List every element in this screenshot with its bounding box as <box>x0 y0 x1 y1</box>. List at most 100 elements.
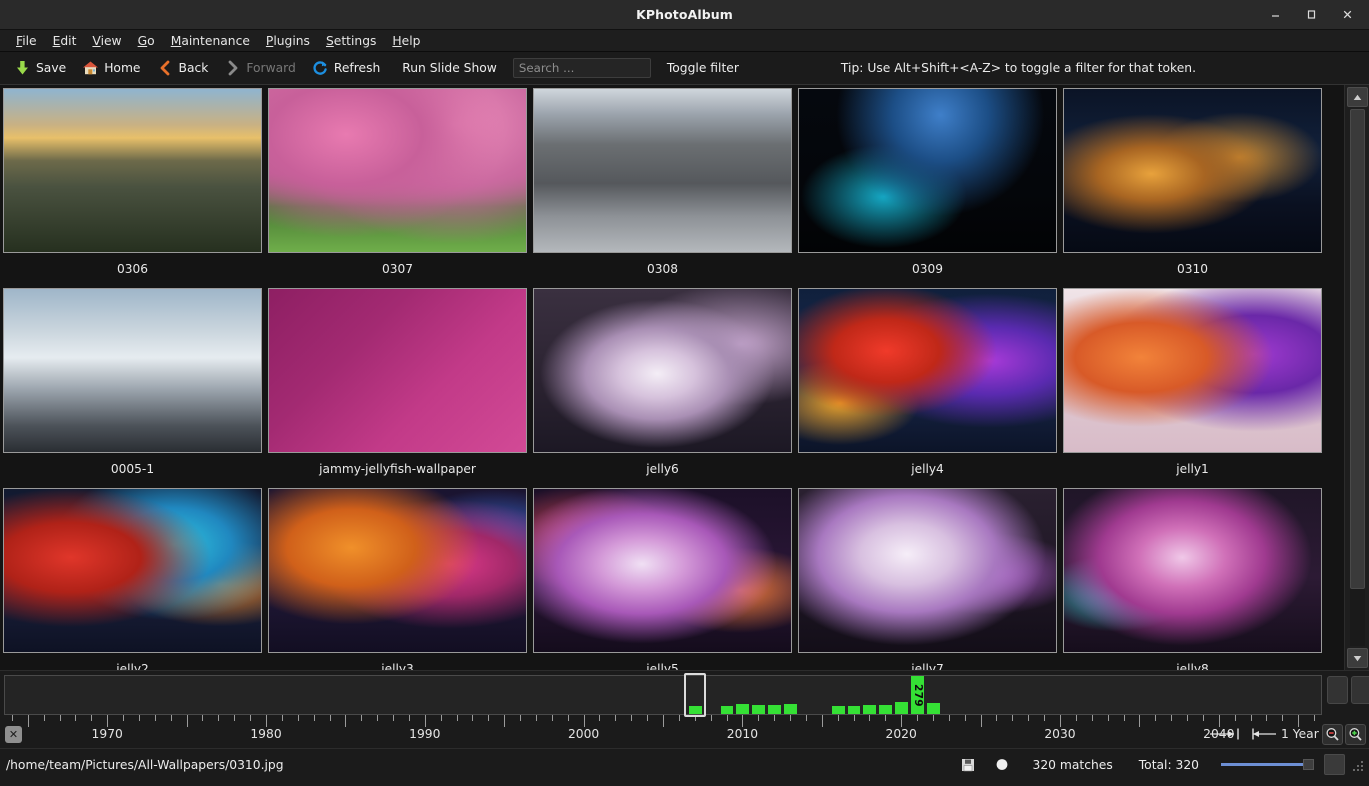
menu-edit[interactable]: Edit <box>45 32 85 50</box>
thumbnail-image[interactable] <box>268 488 527 653</box>
histogram-bar[interactable] <box>895 702 909 714</box>
thumbnail-cell[interactable]: 0005-1 <box>0 285 265 485</box>
refresh-button[interactable]: Refresh <box>304 57 388 80</box>
datebar-scroll-right-button[interactable] <box>1351 676 1369 704</box>
zoom-out-button[interactable] <box>1322 724 1343 745</box>
histogram-bar[interactable] <box>688 706 702 714</box>
resize-grip[interactable] <box>1351 758 1363 772</box>
histogram-bar[interactable] <box>768 705 782 714</box>
scrollbar-thumb[interactable] <box>1349 109 1365 589</box>
thumbnail-image[interactable] <box>533 88 792 253</box>
thumbnail-image[interactable] <box>1063 288 1322 453</box>
menu-file[interactable]: File <box>8 32 45 50</box>
thumbnail-image[interactable] <box>268 88 527 253</box>
date-histogram[interactable]: 279 <box>4 675 1322 715</box>
datebar-scroll-left-button[interactable] <box>1327 676 1348 704</box>
close-button[interactable] <box>1332 4 1362 26</box>
maximize-button[interactable] <box>1296 4 1326 26</box>
minor-tick <box>75 715 77 721</box>
thumbnail-image[interactable] <box>533 488 792 653</box>
thumbnail-image[interactable] <box>3 88 262 253</box>
thumbnail-cell[interactable]: jelly8 <box>1060 485 1325 670</box>
minor-tick <box>964 715 966 721</box>
menu-settings[interactable]: Settings <box>318 32 384 50</box>
busy-indicator-icon <box>991 757 1013 773</box>
thumbnail-image[interactable] <box>1063 488 1322 653</box>
thumbnail-cell[interactable]: jelly3 <box>265 485 530 670</box>
thumbnail-cell[interactable]: jelly1 <box>1060 285 1325 485</box>
histogram-bar[interactable] <box>736 704 750 714</box>
home-button[interactable]: Home <box>74 57 148 80</box>
thumbnail-cell[interactable]: 0306 <box>0 85 265 285</box>
zoom-in-button[interactable] <box>1345 724 1366 745</box>
run-slideshow-button[interactable]: Run Slide Show <box>388 58 505 78</box>
clear-date-filter-button[interactable]: ✕ <box>5 726 22 743</box>
thumbnail-row: 0306 0307 0308 0309 0310 <box>0 85 1344 285</box>
forward-button[interactable]: Forward <box>216 57 303 80</box>
thumbnail-grid[interactable]: 0306 0307 0308 0309 0310 0005-1 jammy-jellyfis… <box>0 85 1344 670</box>
thumbnail-cell[interactable]: 0308 <box>530 85 795 285</box>
histogram-bar[interactable] <box>784 704 797 714</box>
histogram-bar[interactable] <box>863 705 877 714</box>
status-extra-button[interactable] <box>1324 754 1345 775</box>
thumbnail-caption: 0308 <box>646 262 679 276</box>
search-input[interactable] <box>512 58 651 78</box>
thumbnail-image[interactable] <box>798 288 1057 453</box>
thumbnail-row: jelly2 jelly3 jelly5 jelly7 jelly8 <box>0 485 1344 670</box>
back-button[interactable]: Back <box>149 57 217 80</box>
histogram-bar[interactable] <box>847 706 861 714</box>
thumbnail-size-slider[interactable] <box>1221 759 1314 770</box>
minor-tick <box>1187 715 1189 721</box>
year-tick-label: 2020 <box>885 727 917 741</box>
slider-handle[interactable] <box>1303 759 1314 770</box>
histogram-bar[interactable] <box>927 703 940 714</box>
thumbnail-image[interactable] <box>3 288 262 453</box>
minor-tick <box>170 715 172 721</box>
histogram-bar[interactable] <box>752 705 766 714</box>
menu-go[interactable]: Go <box>130 32 163 50</box>
scrollbar-track[interactable] <box>1349 109 1365 646</box>
status-file-path: /home/team/Pictures/All-Wallpapers/0310.… <box>6 757 284 772</box>
minor-tick <box>1123 715 1125 721</box>
thumbnail-image[interactable] <box>268 288 527 453</box>
thumbnail-image[interactable] <box>1063 88 1322 253</box>
menu-plugins[interactable]: Plugins <box>258 32 318 50</box>
thumbnail-cell[interactable]: jammy-jellyfish-wallpaper <box>265 285 530 485</box>
thumbnail-cell[interactable]: 0310 <box>1060 85 1325 285</box>
minor-tick <box>218 715 220 721</box>
scroll-down-arrow[interactable] <box>1346 648 1368 668</box>
thumbnail-image[interactable] <box>798 488 1057 653</box>
dirty-indicator-icon[interactable] <box>957 758 979 772</box>
thumbnail-image[interactable] <box>798 88 1057 253</box>
histogram-bar[interactable] <box>879 705 893 714</box>
thumbnail-cell[interactable]: jelly5 <box>530 485 795 670</box>
thumbnail-cell[interactable]: 0309 <box>795 85 1060 285</box>
minor-tick <box>377 715 379 721</box>
minor-tick <box>329 715 331 721</box>
thumbnail-cell[interactable]: 0307 <box>265 85 530 285</box>
menu-view[interactable]: View <box>84 32 129 50</box>
menu-help[interactable]: Help <box>384 32 428 50</box>
histogram-bar[interactable] <box>831 706 845 714</box>
scroll-up-arrow[interactable] <box>1346 87 1368 107</box>
minor-tick <box>535 715 537 721</box>
save-button[interactable]: Save <box>6 57 74 80</box>
thumbnail-cell[interactable]: jelly2 <box>0 485 265 670</box>
minor-tick <box>1091 715 1093 721</box>
thumbnail-cell[interactable]: jelly7 <box>795 485 1060 670</box>
date-bar[interactable]: 279 1970 1980 1990 2000 2010 2020 2030 2040 ✕ 1… <box>0 670 1369 748</box>
histogram-bar[interactable] <box>720 706 734 714</box>
thumbnail-image[interactable] <box>533 288 792 453</box>
thumbnail-image[interactable] <box>3 488 262 653</box>
status-bar: /home/team/Pictures/All-Wallpapers/0310.… <box>0 748 1369 780</box>
grid-scrollbar[interactable] <box>1344 85 1369 670</box>
minor-tick <box>790 715 792 721</box>
minor-tick <box>1202 715 1204 721</box>
minimize-button[interactable] <box>1260 4 1290 26</box>
menu-maintenance[interactable]: Maintenance <box>163 32 258 50</box>
major-tick <box>1298 715 1300 727</box>
thumbnail-caption: jelly2 <box>116 662 149 670</box>
toggle-filter-button[interactable]: Toggle filter <box>659 58 747 78</box>
thumbnail-cell[interactable]: jelly4 <box>795 285 1060 485</box>
thumbnail-cell[interactable]: jelly6 <box>530 285 795 485</box>
